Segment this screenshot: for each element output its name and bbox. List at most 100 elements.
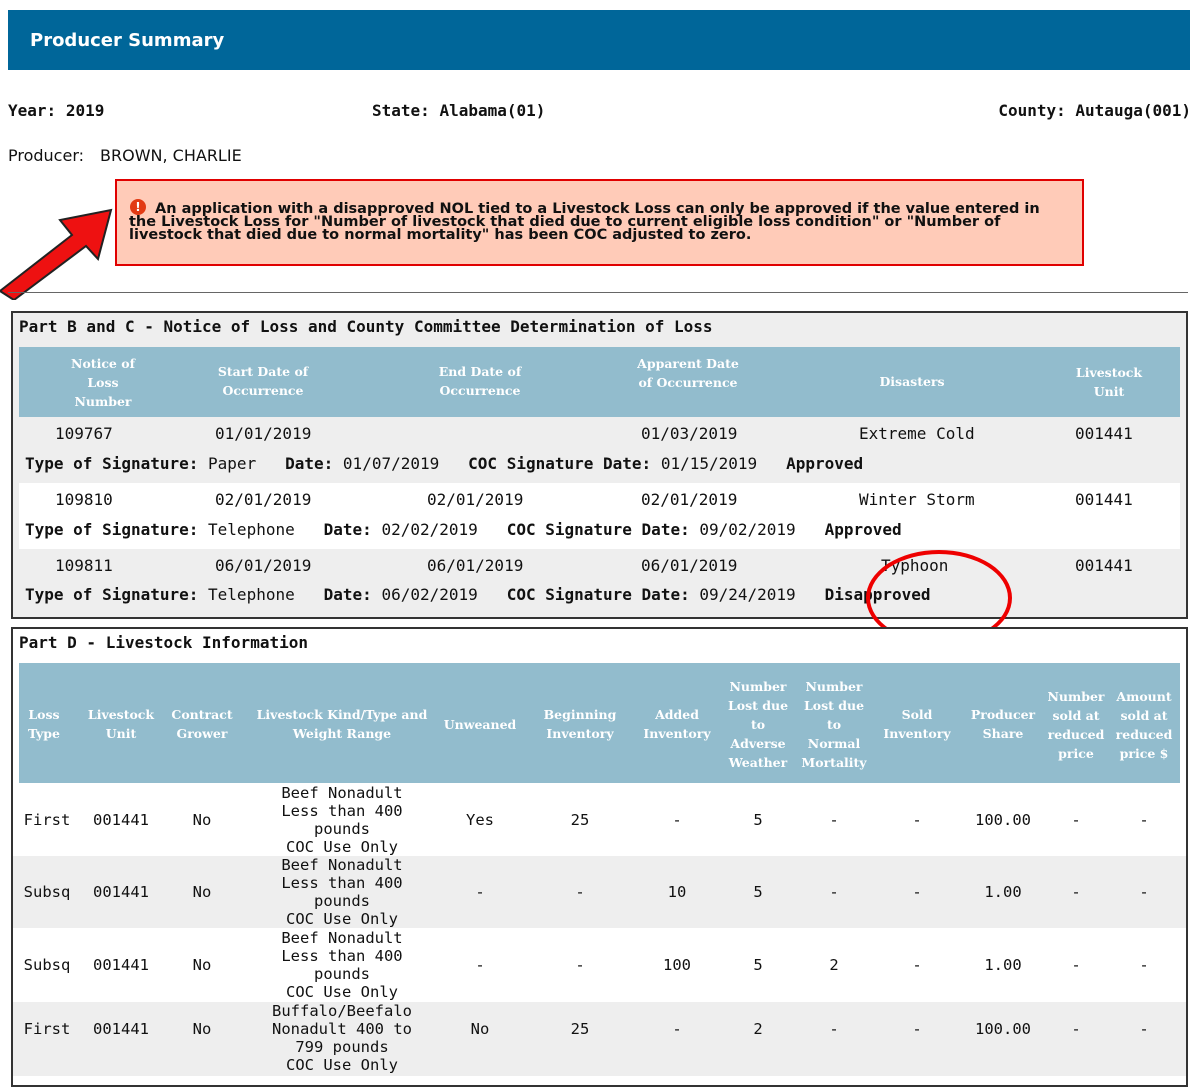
kind-line: pounds <box>314 965 370 983</box>
coc-date-label: COC Signature Date: <box>468 454 652 473</box>
signature-line: Type of Signature: Telephone Date: 02/02… <box>25 520 902 539</box>
signature-date: 01/07/2019 <box>342 454 440 473</box>
producer-share: 100.00 <box>975 811 1031 829</box>
livestock-unit: 001441 <box>1075 424 1133 443</box>
part-d-section: Part D - Livestock Information Loss Type… <box>11 627 1188 1087</box>
signature-type-label: Type of Signature: <box>25 454 199 473</box>
kind-line: COC Use Only <box>286 838 398 856</box>
apparent-date: 06/01/2019 <box>641 556 738 575</box>
loss-type: Subsq <box>23 883 71 901</box>
col-header-number-sold-reduced: Number sold at reduced price <box>1047 689 1105 761</box>
status-disapproved: Disapproved <box>824 585 931 604</box>
kind-line: pounds <box>314 820 370 838</box>
contract-grower: No <box>192 956 212 974</box>
date-label: Date: <box>285 454 334 473</box>
sold-inventory: - <box>912 1020 922 1038</box>
kind-line: Buffalo/Beefalo <box>272 1002 412 1020</box>
col-header-livestock-kind: Livestock Kind/Type and Weight Range <box>256 707 428 741</box>
lost-normal-mortality: - <box>829 883 839 901</box>
added-inventory: 10 <box>667 883 687 901</box>
coc-signature-date: 09/02/2019 <box>699 520 796 539</box>
status-approved: Approved <box>786 454 864 473</box>
col-header-beginning-inventory: Beginning Inventory <box>543 707 617 741</box>
county-label: County: <box>998 101 1066 120</box>
unweaned: No <box>470 1020 490 1038</box>
producer-name: BROWN, CHARLIE <box>100 146 242 165</box>
livestock-unit: 001441 <box>1075 490 1133 509</box>
livestock-kind: Beef Nonadult Less than 400 pounds COC U… <box>247 856 437 928</box>
col-header-sold-inventory: Sold Inventory <box>883 707 951 741</box>
page-title: Producer Summary <box>30 30 225 51</box>
disaster: Winter Storm <box>859 490 975 509</box>
loss-type: First <box>23 1020 71 1038</box>
signature-type-label: Type of Signature: <box>25 585 199 604</box>
col-header-lost-adverse-weather: Number Lost due to Adverse Weather <box>727 679 789 770</box>
livestock-kind: Beef Nonadult Less than 400 pounds COC U… <box>247 929 437 1001</box>
year-label: Year: <box>8 101 57 120</box>
part-d-header-row: Loss Type Livestock Unit Contract Grower… <box>19 663 1180 783</box>
red-arrow-annotation <box>0 208 113 300</box>
county-info: County: Autauga(001) <box>998 101 1191 120</box>
amount-sold-reduced: - <box>1139 956 1149 974</box>
kind-line: COC Use Only <box>286 1056 398 1074</box>
signature-type: Paper <box>208 454 257 473</box>
kind-line: COC Use Only <box>286 910 398 928</box>
col-header-producer-share: Producer Share <box>970 707 1036 741</box>
contract-grower: No <box>192 883 212 901</box>
col-header-unweaned: Unweaned <box>443 717 517 732</box>
status-approved: Approved <box>824 520 902 539</box>
contract-grower: No <box>192 811 212 829</box>
beginning-inventory: 25 <box>570 811 590 829</box>
livestock-kind: Beef Nonadult Less than 400 pounds COC U… <box>247 784 437 856</box>
producer-share: 1.00 <box>984 883 1022 901</box>
livestock-unit: 001441 <box>93 1020 149 1038</box>
warning-message-box: ! An application with a disapproved NOL … <box>115 179 1084 266</box>
warning-message: An application with a disapproved NOL ti… <box>129 201 1040 243</box>
producer-share: 1.00 <box>984 956 1022 974</box>
amount-sold-reduced: - <box>1139 811 1149 829</box>
beginning-inventory: - <box>575 883 585 901</box>
nol-row: 109810 02/01/2019 02/01/2019 02/01/2019 … <box>19 483 1180 549</box>
beginning-inventory: 25 <box>570 1020 590 1038</box>
signature-date: 02/02/2019 <box>381 520 478 539</box>
coc-signature-date: 01/15/2019 <box>660 454 758 473</box>
added-inventory: - <box>672 811 682 829</box>
col-header-end-date: End Date of Occurrence <box>438 364 522 398</box>
signature-type-label: Type of Signature: <box>25 520 199 539</box>
col-header-nol: Notice of Loss Number <box>71 356 135 409</box>
sold-inventory: - <box>912 956 922 974</box>
amount-sold-reduced: - <box>1139 883 1149 901</box>
col-header-livestock-unit: Livestock Unit <box>87 707 155 741</box>
livestock-unit: 001441 <box>93 883 149 901</box>
unweaned: - <box>475 883 485 901</box>
end-date: 06/01/2019 <box>427 556 524 575</box>
nol-number: 109810 <box>55 490 113 509</box>
number-sold-reduced: - <box>1071 956 1081 974</box>
part-d-title: Part D - Livestock Information <box>19 633 308 652</box>
signature-line: Type of Signature: Telephone Date: 06/02… <box>25 585 931 604</box>
livestock-unit: 001441 <box>1075 556 1133 575</box>
kind-line: Beef Nonadult <box>281 856 403 874</box>
col-header-apparent-date: Apparent Date of Occurrence <box>637 356 739 390</box>
number-sold-reduced: - <box>1071 883 1081 901</box>
livestock-row: Subsq 001441 No Beef Nonadult Less than … <box>13 856 1186 928</box>
livestock-row: Subsq 001441 No Beef Nonadult Less than … <box>13 928 1186 1002</box>
part-bc-header-row: Notice of Loss Number Start Date of Occu… <box>19 347 1180 417</box>
apparent-date: 01/03/2019 <box>641 424 738 443</box>
nol-row: 109811 06/01/2019 06/01/2019 06/01/2019 … <box>19 549 1180 613</box>
kind-line: Beef Nonadult <box>281 784 403 802</box>
loss-type: First <box>23 811 71 829</box>
col-header-start-date: Start Date of Occurrence <box>217 364 309 398</box>
kind-line: COC Use Only <box>286 983 398 1001</box>
lost-adverse-weather: 2 <box>753 1020 763 1038</box>
col-header-amount-sold-reduced: Amount sold at reduced price $ <box>1115 689 1173 761</box>
col-header-livestock-unit: Livestock Unit <box>1075 365 1143 399</box>
kind-line: Nonadult 400 to <box>272 1020 412 1038</box>
coc-date-label: COC Signature Date: <box>506 520 690 539</box>
coc-date-label: COC Signature Date: <box>506 585 690 604</box>
state-label: State: <box>372 101 430 120</box>
nol-number: 109767 <box>55 424 113 443</box>
nol-row: 109767 01/01/2019 01/03/2019 Extreme Col… <box>19 417 1180 483</box>
col-header-contract-grower: Contract Grower <box>171 707 233 741</box>
kind-line: Beef Nonadult <box>281 929 403 947</box>
